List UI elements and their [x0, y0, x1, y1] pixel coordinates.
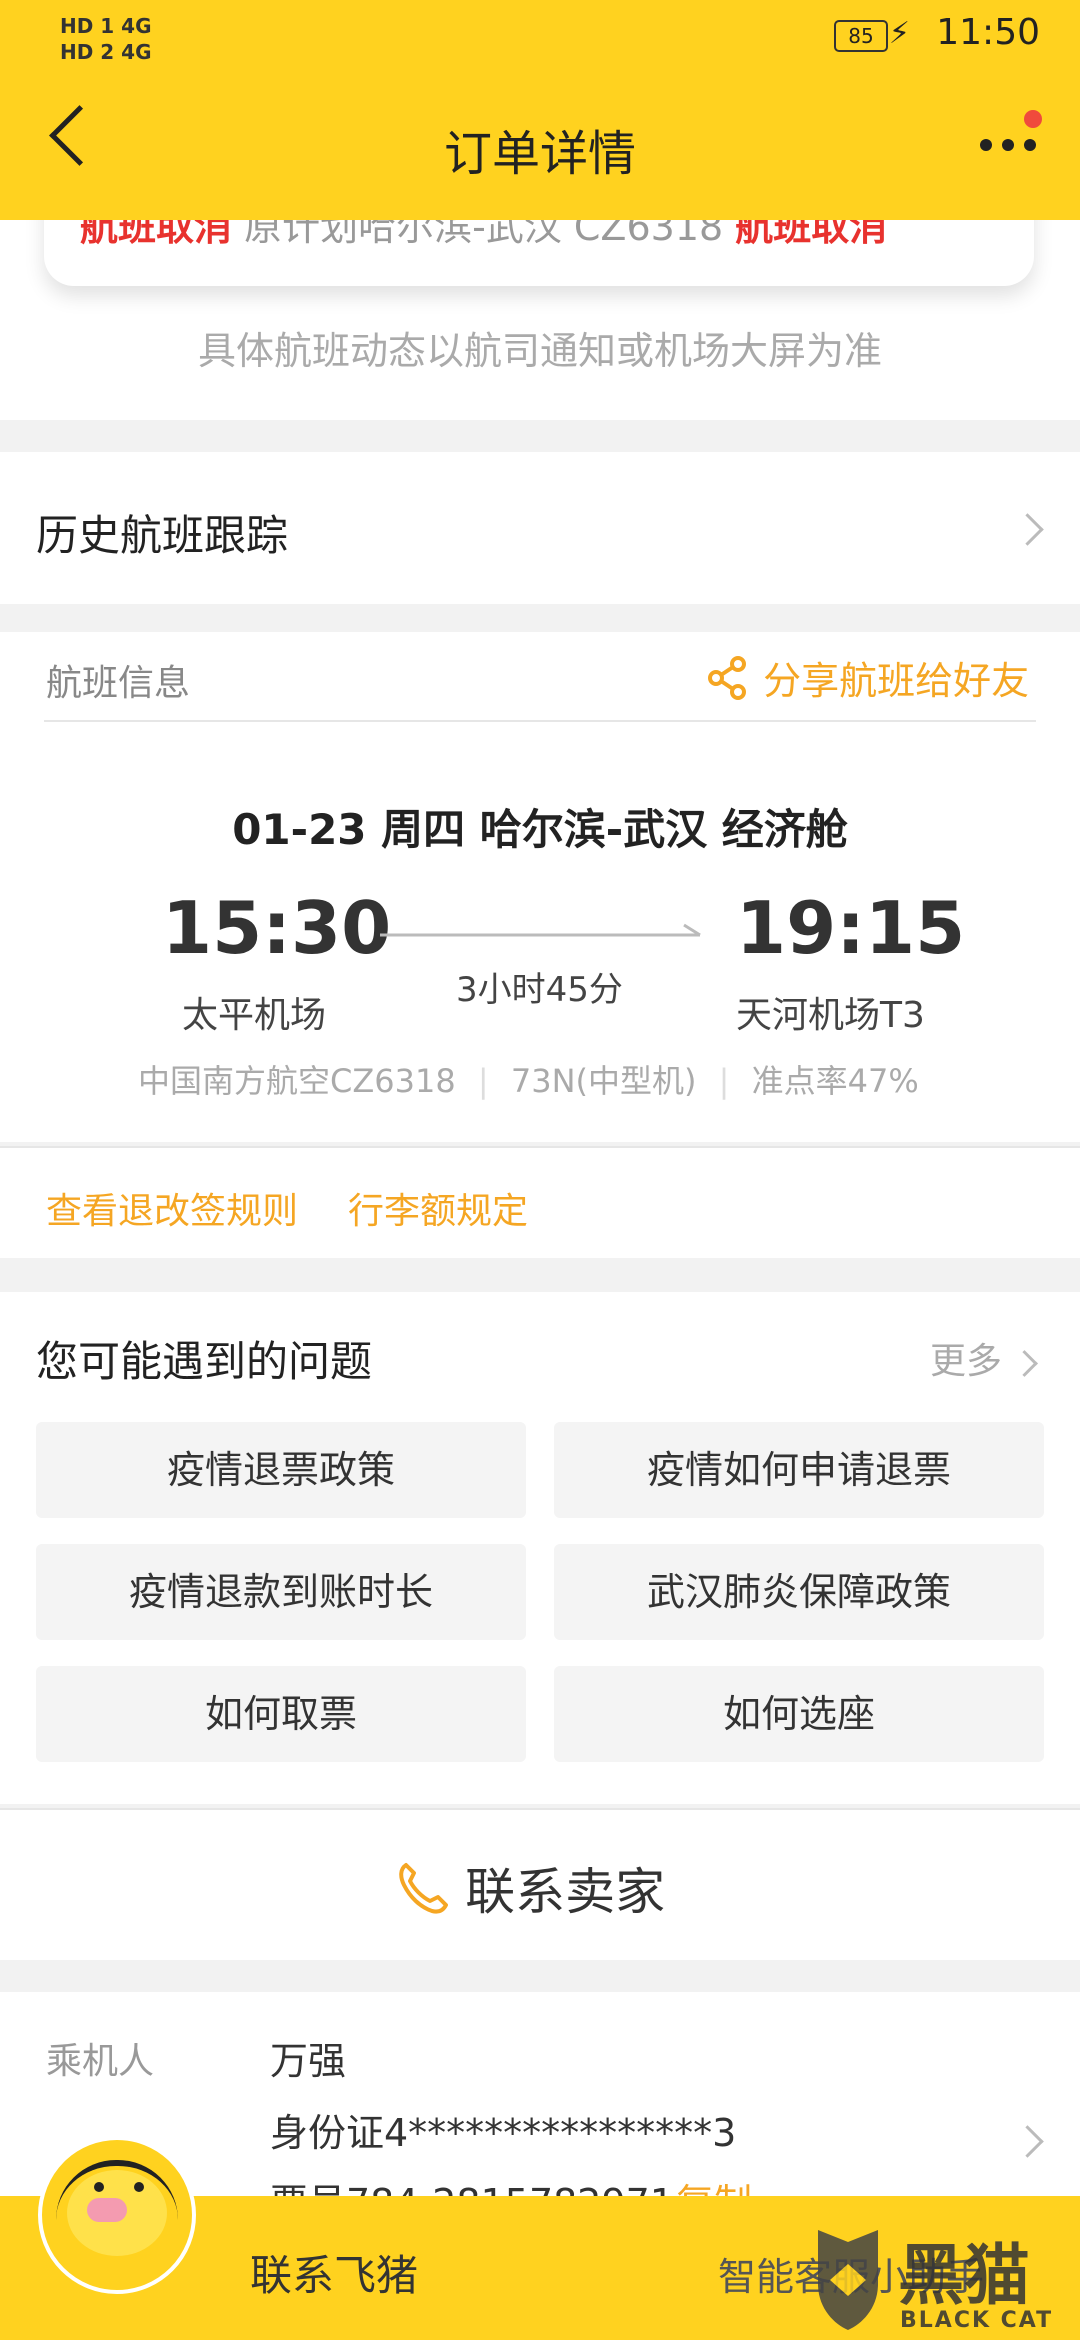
flight-duration: 3小时45分	[456, 970, 623, 1010]
faq-item[interactable]: 如何选座	[554, 1666, 1044, 1762]
passenger-id: 身份证4****************3	[270, 2111, 737, 2155]
divider	[44, 720, 1036, 722]
history-row[interactable]: 历史航班跟踪	[0, 452, 1080, 604]
contact-fliggy-label[interactable]: 联系飞猪	[250, 2242, 418, 2303]
mascot-avatar[interactable]	[38, 2136, 196, 2294]
chevron-right-icon	[1011, 513, 1044, 546]
passenger-name: 万强	[270, 2039, 347, 2083]
faq-item[interactable]: 疫情退票政策	[36, 1422, 526, 1518]
battery-icon: 85	[834, 20, 888, 52]
flight-info-title: 航班信息	[46, 663, 191, 704]
faq-section: 您可能遇到的问题 更多 疫情退票政策 疫情如何申请退票 疫情退款到账时长 武汉肺…	[0, 1292, 1080, 1804]
faq-item[interactable]: 疫情退款到账时长	[36, 1544, 526, 1640]
page-title: 订单详情	[443, 126, 636, 182]
policy-links: 查看退改签规则 行李额规定	[0, 1146, 1080, 1258]
phone-icon	[399, 1863, 448, 1914]
faq-item[interactable]: 武汉肺炎保障政策	[554, 1544, 1044, 1640]
notification-dot	[1024, 110, 1042, 128]
arrive-airport: 天河机场T3	[736, 995, 925, 1036]
status-bar: HD 1 4G HD 2 4G 85 ⚡ 11:50	[0, 0, 1080, 72]
faq-more-button[interactable]: 更多	[930, 1332, 1039, 1384]
depart-airport: 太平机场	[182, 995, 327, 1036]
refund-rules-link[interactable]: 查看退改签规则	[46, 1182, 298, 1234]
watermark-cn: 黑猫	[898, 2237, 1030, 2314]
depart-time: 15:30	[162, 886, 392, 970]
route-arrow-icon	[380, 923, 701, 937]
faq-title: 您可能遇到的问题	[36, 1337, 373, 1386]
share-flight-button[interactable]: 分享航班给好友	[708, 650, 1029, 705]
signal-2-icon: HD 2 4G	[60, 40, 152, 64]
signal-1-icon: HD 1 4G	[60, 14, 152, 38]
faq-more-label: 更多	[930, 1341, 1003, 1382]
clock: 11:50	[936, 12, 1040, 53]
cat-shield-icon	[818, 2230, 878, 2330]
chevron-right-icon	[1011, 1350, 1039, 1377]
watermark-logo: 黑猫 BLACK CAT	[808, 2220, 1080, 2340]
status-note: 具体航班动态以航司通知或机场大屏为准	[197, 329, 882, 373]
passenger-label: 乘机人	[46, 2041, 155, 2082]
airline: 中国南方航空CZ6318	[138, 1062, 456, 1100]
aircraft-type: 73N(中型机)	[510, 1062, 697, 1100]
charging-icon: ⚡	[888, 16, 910, 51]
share-label: 分享航班给好友	[763, 659, 1030, 703]
flight-headline: 01-23 周四 哈尔滨-武汉 经济舱	[232, 805, 848, 854]
more-icon[interactable]	[970, 136, 1036, 155]
faq-item[interactable]: 如何取票	[36, 1666, 526, 1762]
share-icon	[708, 655, 746, 700]
flight-meta: 中国南方航空CZ6318 | 73N(中型机) | 准点率47%	[138, 1062, 919, 1100]
contact-seller-label: 联系卖家	[465, 1863, 666, 1921]
contact-seller-button[interactable]: 联系卖家	[0, 1808, 1080, 1960]
history-label: 历史航班跟踪	[36, 511, 289, 560]
arrive-time: 19:15	[736, 886, 966, 970]
faq-item[interactable]: 疫情如何申请退票	[554, 1422, 1044, 1518]
nav-header: 订单详情	[0, 72, 1080, 220]
baggage-rules-link[interactable]: 行李额规定	[348, 1182, 528, 1234]
watermark-en: BLACK CAT	[900, 2308, 1054, 2333]
chevron-right-icon[interactable]	[1011, 2125, 1044, 2158]
on-time-rate: 准点率47%	[751, 1062, 919, 1100]
